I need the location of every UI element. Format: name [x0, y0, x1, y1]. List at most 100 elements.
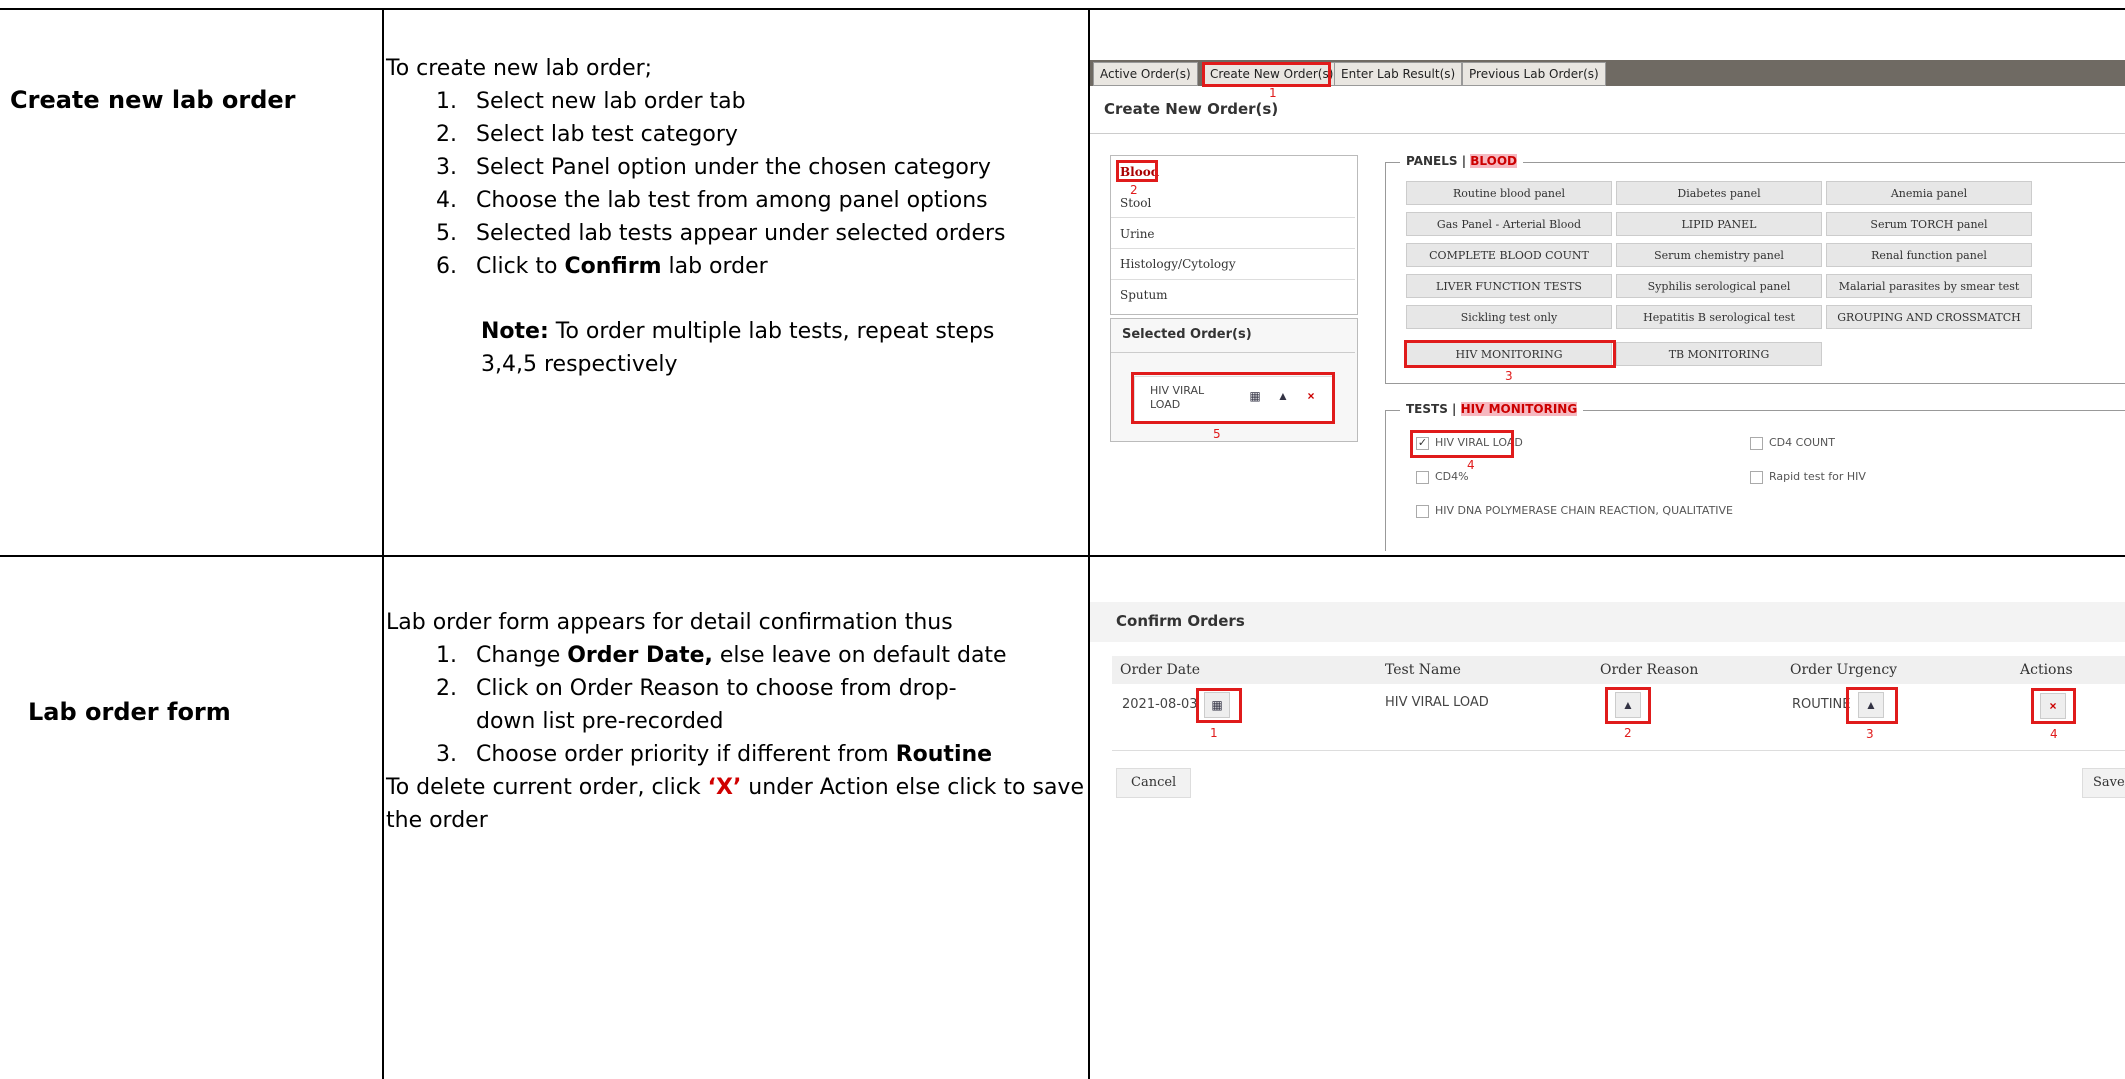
marker-1: 1 [1269, 86, 1277, 100]
row2-step-1: Change Order Date, else leave on default… [464, 639, 1086, 672]
category-histology[interactable]: Histology/Cytology [1120, 257, 1236, 271]
checkbox[interactable] [1416, 470, 1429, 484]
create-new-orders-heading: Create New Order(s) [1104, 100, 1279, 118]
marker-2: 2 [1130, 183, 1138, 197]
row2-instructions: Lab order form appears for detail confir… [386, 606, 1086, 837]
highlight-1b [1196, 688, 1242, 723]
test-cd4-percent[interactable]: CD4% [1416, 470, 1469, 484]
row2-step-3: Choose order priority if different from … [464, 738, 1086, 771]
row2-s1-pre: Change [476, 643, 568, 668]
panel-button[interactable]: GROUPING AND CROSSMATCH [1826, 305, 2032, 329]
selected-orders-heading: Selected Order(s) [1122, 327, 1252, 342]
panels-legend: PANELS | BLOOD [1400, 154, 1523, 168]
test-label: CD4 COUNT [1769, 436, 1835, 449]
row1-step-3: Select Panel option under the chosen cat… [464, 151, 1086, 184]
heading-divider [1090, 133, 2125, 134]
highlight-4b [2031, 688, 2076, 724]
row1-step-6: Click to Confirm lab order [464, 250, 1086, 283]
panel-button[interactable]: Sickling test only [1406, 305, 1612, 329]
row1-title: Create new lab order [10, 86, 296, 114]
column-divider-1 [382, 8, 384, 1079]
marker-4b: 4 [2050, 727, 2058, 741]
highlight-2 [1116, 160, 1158, 182]
panel-button[interactable]: Diabetes panel [1616, 181, 1822, 205]
marker-2b: 2 [1624, 726, 1632, 740]
row1-step-1: Select new lab order tab [464, 85, 1086, 118]
highlight-4 [1410, 430, 1514, 458]
row1-step6-post: lab order [661, 254, 768, 279]
panel-button[interactable]: Malarial parasites by smear test [1826, 274, 2032, 298]
marker-1b: 1 [1210, 726, 1218, 740]
highlight-3 [1404, 340, 1616, 368]
note-label: Note: [481, 319, 549, 344]
row1-step6-pre: Click to [476, 254, 565, 279]
test-rapid-hiv[interactable]: Rapid test for HIV [1750, 470, 1866, 484]
tab-previous-lab-orders[interactable]: Previous Lab Order(s) [1462, 62, 1606, 86]
highlight-3b [1846, 687, 1898, 724]
test-name-value: HIV VIRAL LOAD [1385, 695, 1489, 710]
confirm-header-bar [1090, 602, 2125, 642]
checkbox[interactable] [1416, 504, 1429, 518]
row2-s1-post: else leave on default date [712, 643, 1007, 668]
panel-button[interactable]: TB MONITORING [1616, 342, 1822, 366]
category-sputum[interactable]: Sputum [1120, 288, 1168, 302]
row2-intro: Lab order form appears for detail confir… [386, 610, 953, 635]
row2-s1-bold: Order Date, [567, 643, 713, 668]
panel-button[interactable]: Renal function panel [1826, 243, 2032, 267]
panel-button[interactable]: Gas Panel - Arterial Blood [1406, 212, 1612, 236]
checkbox[interactable] [1750, 436, 1763, 450]
panel-button[interactable]: Anemia panel [1826, 181, 2032, 205]
row1-intro: To create new lab order; [386, 56, 653, 81]
category-separator [1111, 279, 1355, 280]
save-button[interactable]: Save [2082, 768, 2125, 798]
panel-button[interactable]: COMPLETE BLOOD COUNT [1406, 243, 1612, 267]
category-stool[interactable]: Stool [1120, 196, 1151, 210]
highlight-2b [1605, 687, 1651, 724]
col-actions: Actions [2020, 662, 2073, 678]
checkbox[interactable] [1750, 470, 1763, 484]
tab-active-orders[interactable]: Active Order(s) [1093, 62, 1198, 86]
cancel-button[interactable]: Cancel [1116, 768, 1192, 798]
tab-enter-lab-results[interactable]: Enter Lab Result(s) [1334, 62, 1463, 86]
del-pre: To delete current order, click [386, 775, 708, 800]
column-divider-2 [1088, 8, 1090, 1079]
panel-button[interactable]: Routine blood panel [1406, 181, 1612, 205]
panel-button[interactable]: Syphilis serological panel [1616, 274, 1822, 298]
tests-label: TESTS | [1406, 402, 1461, 416]
highlight-1 [1202, 62, 1331, 87]
test-hiv-dna-pcr[interactable]: HIV DNA POLYMERASE CHAIN REACTION, QUALI… [1416, 504, 1733, 518]
table-top-border [0, 8, 2125, 10]
note-text: To order multiple lab tests, repeat step… [481, 319, 995, 377]
row1-step6-bold: Confirm [564, 254, 662, 279]
row1-step-5: Selected lab tests appear under selected… [464, 217, 1086, 250]
row1-instructions: To create new lab order; Select new lab … [386, 52, 1086, 381]
row1-step-2: Select lab test category [464, 118, 1086, 151]
test-label: CD4% [1435, 470, 1469, 483]
panel-button[interactable]: LIVER FUNCTION TESTS [1406, 274, 1612, 298]
highlight-5 [1131, 372, 1335, 424]
order-date-value: 2021-08-03 [1122, 697, 1198, 712]
tests-legend: TESTS | HIV MONITORING [1400, 402, 1584, 416]
panels-category: BLOOD [1470, 154, 1517, 168]
confirm-orders-heading: Confirm Orders [1116, 612, 1245, 630]
panel-button[interactable]: LIPID PANEL [1616, 212, 1822, 236]
row2-delete-note: To delete current order, click ‘X’ under… [386, 771, 1086, 837]
col-order-reason: Order Reason [1600, 662, 1699, 678]
urgency-value: ROUTINE [1792, 697, 1851, 712]
del-x: ‘X’ [707, 775, 742, 800]
category-separator [1111, 248, 1355, 249]
selected-divider [1111, 352, 1355, 353]
panel-button[interactable]: Hepatitis B serological test [1616, 305, 1822, 329]
marker-3: 3 [1505, 369, 1513, 383]
panel-button[interactable]: Serum TORCH panel [1826, 212, 2032, 236]
category-urine[interactable]: Urine [1120, 227, 1155, 241]
marker-3b: 3 [1866, 727, 1874, 741]
row1-step-4: Choose the lab test from among panel opt… [464, 184, 1086, 217]
row-divider [0, 555, 2125, 557]
col-order-date: Order Date [1120, 662, 1201, 678]
tests-panel: HIV MONITORING [1460, 402, 1578, 416]
row2-title: Lab order form [28, 698, 231, 726]
test-cd4-count[interactable]: CD4 COUNT [1750, 436, 1835, 450]
row2-s3-pre: Choose order priority if different from [476, 742, 896, 767]
panel-button[interactable]: Serum chemistry panel [1616, 243, 1822, 267]
